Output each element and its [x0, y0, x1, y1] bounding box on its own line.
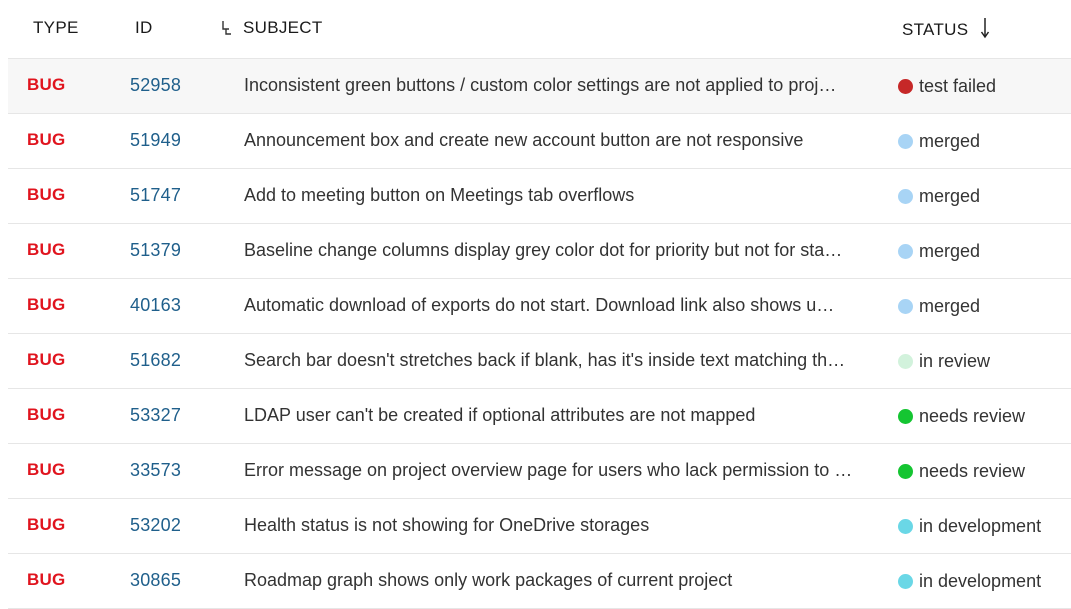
id-link[interactable]: 30865 [130, 554, 181, 608]
type-cell: BUG [27, 130, 66, 149]
subject-cell[interactable]: Inconsistent green buttons / custom colo… [244, 59, 884, 113]
table-row[interactable]: BUG 51747 Add to meeting button on Meeti… [8, 169, 1071, 224]
status-dot-icon [898, 78, 913, 94]
type-cell: BUG [27, 515, 66, 534]
status-label: merged [919, 186, 981, 206]
column-header-type-label: TYPE [33, 18, 79, 37]
status-label: needs review [919, 406, 1026, 426]
subject-cell[interactable]: Add to meeting button on Meetings tab ov… [244, 169, 884, 223]
status-dot-icon [898, 133, 913, 149]
status-label: in review [919, 351, 991, 371]
status-label: test failed [919, 76, 997, 96]
status-label: merged [919, 131, 981, 151]
status-label: merged [919, 241, 981, 261]
column-header-status[interactable]: STATUS [902, 18, 990, 42]
id-link[interactable]: 33573 [130, 444, 181, 498]
type-cell: BUG [27, 240, 66, 259]
id-link[interactable]: 51747 [130, 169, 181, 223]
status-cell[interactable]: in development [898, 499, 1041, 553]
status-label: needs review [919, 461, 1026, 481]
status-label: merged [919, 296, 981, 316]
type-cell: BUG [27, 405, 66, 424]
status-dot-icon [898, 188, 913, 204]
status-dot-icon [898, 298, 913, 314]
status-dot-icon [898, 573, 913, 589]
table-row[interactable]: BUG 30865 Roadmap graph shows only work … [8, 554, 1071, 609]
hierarchy-icon[interactable] [221, 19, 233, 37]
work-packages-table: TYPE ID SUBJECT STATUS BUG 52958 Inconsi… [0, 0, 1071, 609]
id-link[interactable]: 51682 [130, 334, 181, 388]
type-cell: BUG [27, 460, 66, 479]
table-body: BUG 52958 Inconsistent green buttons / c… [0, 59, 1071, 609]
id-link[interactable]: 53202 [130, 499, 181, 553]
table-row[interactable]: BUG 51949 Announcement box and create ne… [8, 114, 1071, 169]
status-cell[interactable]: merged [898, 114, 980, 168]
status-cell[interactable]: needs review [898, 444, 1025, 498]
type-cell: BUG [27, 350, 66, 369]
id-link[interactable]: 51379 [130, 224, 181, 278]
table-row[interactable]: BUG 53202 Health status is not showing f… [8, 499, 1071, 554]
subject-cell[interactable]: Announcement box and create new account … [244, 114, 884, 168]
table-row[interactable]: BUG 33573 Error message on project overv… [8, 444, 1071, 499]
status-label: in development [919, 516, 1042, 536]
table-header: TYPE ID SUBJECT STATUS [8, 0, 1071, 59]
id-link[interactable]: 52958 [130, 59, 181, 113]
table-row[interactable]: BUG 51379 Baseline change columns displa… [8, 224, 1071, 279]
column-header-id-label: ID [135, 18, 153, 37]
sort-descending-icon[interactable] [980, 16, 990, 40]
table-row[interactable]: BUG 51682 Search bar doesn't stretches b… [8, 334, 1071, 389]
status-cell[interactable]: needs review [898, 389, 1025, 443]
subject-cell[interactable]: Roadmap graph shows only work packages o… [244, 554, 884, 608]
status-dot-icon [898, 463, 913, 479]
column-header-status-label: STATUS [902, 20, 969, 39]
status-cell[interactable]: in review [898, 334, 990, 388]
table-row[interactable]: BUG 52958 Inconsistent green buttons / c… [8, 59, 1071, 114]
subject-cell[interactable]: Error message on project overview page f… [244, 444, 884, 498]
type-cell: BUG [27, 185, 66, 204]
status-cell[interactable]: merged [898, 224, 980, 278]
subject-cell[interactable]: Baseline change columns display grey col… [244, 224, 884, 278]
table-row[interactable]: BUG 40163 Automatic download of exports … [8, 279, 1071, 334]
subject-cell[interactable]: Health status is not showing for OneDriv… [244, 499, 884, 553]
id-link[interactable]: 53327 [130, 389, 181, 443]
status-label: in development [919, 571, 1042, 591]
status-dot-icon [898, 243, 913, 259]
status-dot-icon [898, 408, 913, 424]
subject-cell[interactable]: Automatic download of exports do not sta… [244, 279, 884, 333]
status-cell[interactable]: merged [898, 169, 980, 223]
status-cell[interactable]: merged [898, 279, 980, 333]
column-header-id[interactable]: ID [135, 18, 153, 38]
type-cell: BUG [27, 75, 66, 94]
id-link[interactable]: 51949 [130, 114, 181, 168]
type-cell: BUG [27, 570, 66, 589]
column-header-subject[interactable]: SUBJECT [221, 18, 323, 38]
status-cell[interactable]: test failed [898, 59, 996, 113]
status-cell[interactable]: in development [898, 554, 1041, 608]
id-link[interactable]: 40163 [130, 279, 181, 333]
column-header-subject-label: SUBJECT [243, 18, 323, 37]
column-header-type[interactable]: TYPE [33, 18, 79, 38]
status-dot-icon [898, 353, 913, 369]
type-cell: BUG [27, 295, 66, 314]
status-dot-icon [898, 518, 913, 534]
subject-cell[interactable]: LDAP user can't be created if optional a… [244, 389, 884, 443]
table-row[interactable]: BUG 53327 LDAP user can't be created if … [8, 389, 1071, 444]
subject-cell[interactable]: Search bar doesn't stretches back if bla… [244, 334, 884, 388]
